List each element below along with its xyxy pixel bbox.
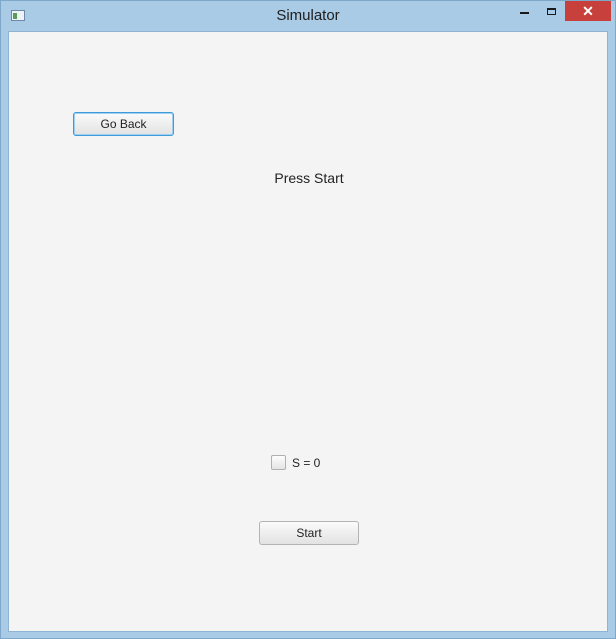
main-panel: Go Back Press Start S = 0 Start [8,31,608,632]
minimize-icon [519,12,529,14]
title-bar[interactable]: Simulator ✕ [1,1,615,31]
close-icon: ✕ [582,2,594,19]
app-window: Simulator ✕ Go Back Press Start S = 0 St… [0,0,616,639]
status-label: Press Start [274,170,344,186]
go-back-button[interactable]: Go Back [73,112,174,136]
minimize-button[interactable] [511,1,537,21]
close-button[interactable]: ✕ [565,1,611,21]
start-button[interactable]: Start [259,521,359,545]
maximize-icon [546,7,556,15]
s-checkbox-label: S = 0 [292,455,321,470]
s-checkbox-row[interactable]: S = 0 [271,455,320,470]
s-checkbox[interactable] [271,455,286,470]
maximize-button[interactable] [538,1,564,21]
